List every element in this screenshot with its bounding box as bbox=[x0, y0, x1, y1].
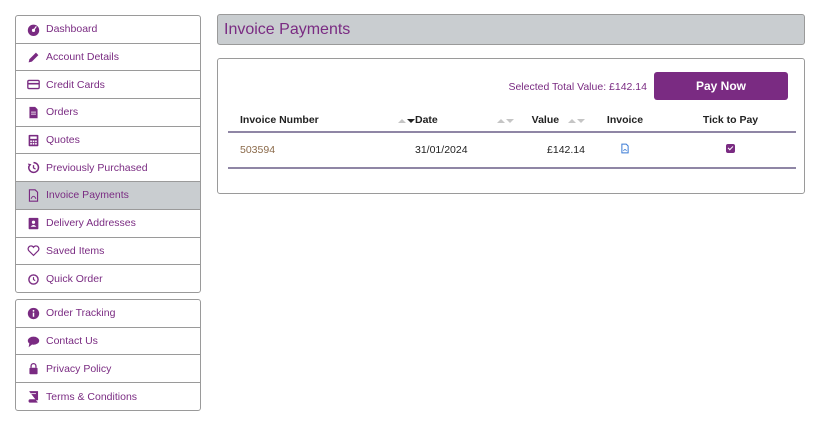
sidebar-item-order-tracking[interactable]: Order Tracking bbox=[16, 300, 200, 328]
clock-icon bbox=[26, 272, 40, 286]
address-book-icon bbox=[26, 216, 40, 230]
sidebar-item-contact-us[interactable]: Contact Us bbox=[16, 328, 200, 356]
chat-icon bbox=[26, 334, 40, 348]
calculator-icon bbox=[26, 133, 40, 147]
sidebar-item-quick-order[interactable]: Quick Order bbox=[16, 265, 200, 293]
credit-card-icon bbox=[26, 78, 40, 92]
sidebar-item-quotes[interactable]: Quotes bbox=[16, 127, 200, 155]
sort-icon[interactable] bbox=[496, 119, 514, 123]
sidebar-item-credit-cards[interactable]: Credit Cards bbox=[16, 71, 200, 100]
sidebar-item-label: Quick Order bbox=[46, 273, 103, 286]
sidebar-item-delivery-addresses[interactable]: Delivery Addresses bbox=[16, 210, 200, 238]
sidebar-item-account-details[interactable]: Account Details bbox=[16, 44, 200, 72]
sidebar-item-label: Saved Items bbox=[46, 244, 105, 257]
sidebar-item-label: Dashboard bbox=[46, 23, 98, 36]
sidebar-item-label: Terms & Conditions bbox=[46, 390, 138, 403]
invoice-value: £142.14 bbox=[515, 132, 585, 169]
invoice-date: 31/01/2024 bbox=[415, 132, 515, 169]
table-row: 503594 31/01/2024 £142.14 bbox=[228, 132, 796, 169]
sidebar-item-invoice-payments[interactable]: Invoice Payments bbox=[16, 182, 200, 210]
invoice-panel: Selected Total Value: £142.14 Pay Now In… bbox=[217, 58, 805, 194]
pdf-icon[interactable] bbox=[620, 143, 630, 157]
sort-icon[interactable] bbox=[568, 119, 585, 123]
sidebar-item-previously-purchased[interactable]: Previously Purchased bbox=[16, 154, 200, 183]
history-icon bbox=[26, 161, 40, 175]
sidebar-item-label: Delivery Addresses bbox=[46, 217, 136, 230]
sidebar-item-privacy-policy[interactable]: Privacy Policy bbox=[16, 355, 200, 384]
sidebar-item-label: Quotes bbox=[46, 134, 80, 147]
help-menu: Order Tracking Contact Us Privacy Policy… bbox=[15, 299, 201, 411]
info-icon bbox=[26, 306, 40, 320]
selected-total-value: Selected Total Value: £142.14 bbox=[508, 81, 647, 93]
invoice-number-link[interactable]: 503594 bbox=[240, 144, 275, 156]
account-menu: Dashboard Account Details Credit Cards O… bbox=[15, 15, 201, 293]
page-title: Invoice Payments bbox=[224, 20, 351, 38]
sidebar-item-label: Orders bbox=[46, 106, 79, 119]
lock-icon bbox=[26, 362, 40, 376]
book-icon bbox=[26, 390, 40, 404]
document-icon bbox=[26, 105, 40, 119]
header-tick-to-pay: Tick to Pay bbox=[665, 109, 796, 133]
heart-icon bbox=[26, 244, 40, 258]
sidebar-item-label: Privacy Policy bbox=[46, 362, 112, 375]
page-header: Invoice Payments bbox=[217, 14, 805, 45]
dashboard-icon bbox=[26, 22, 40, 36]
sidebar-item-label: Order Tracking bbox=[46, 307, 116, 320]
tick-to-pay-checkbox[interactable] bbox=[726, 144, 735, 153]
pdf-icon bbox=[26, 188, 40, 202]
header-date[interactable]: Date bbox=[415, 109, 515, 133]
pay-now-button[interactable]: Pay Now bbox=[654, 72, 788, 100]
sidebar-item-dashboard[interactable]: Dashboard bbox=[16, 16, 200, 44]
pencil-icon bbox=[26, 50, 40, 64]
sidebar-item-label: Contact Us bbox=[46, 335, 98, 348]
sidebar-item-label: Previously Purchased bbox=[46, 161, 148, 174]
table-header-row: Invoice Number Date Value Invoice Tick t… bbox=[228, 109, 796, 133]
header-invoice-number[interactable]: Invoice Number bbox=[228, 109, 415, 133]
sidebar-item-orders[interactable]: Orders bbox=[16, 99, 200, 127]
sidebar-item-label: Credit Cards bbox=[46, 78, 105, 91]
header-invoice: Invoice bbox=[585, 109, 665, 133]
sidebar-item-label: Account Details bbox=[46, 51, 119, 64]
invoice-table: Invoice Number Date Value Invoice Tick t… bbox=[228, 109, 796, 169]
sidebar-item-terms-conditions[interactable]: Terms & Conditions bbox=[16, 383, 200, 411]
sidebar-item-saved-items[interactable]: Saved Items bbox=[16, 238, 200, 266]
sort-desc-icon[interactable] bbox=[397, 119, 415, 123]
header-value[interactable]: Value bbox=[515, 109, 585, 133]
sidebar-item-label: Invoice Payments bbox=[46, 189, 129, 202]
